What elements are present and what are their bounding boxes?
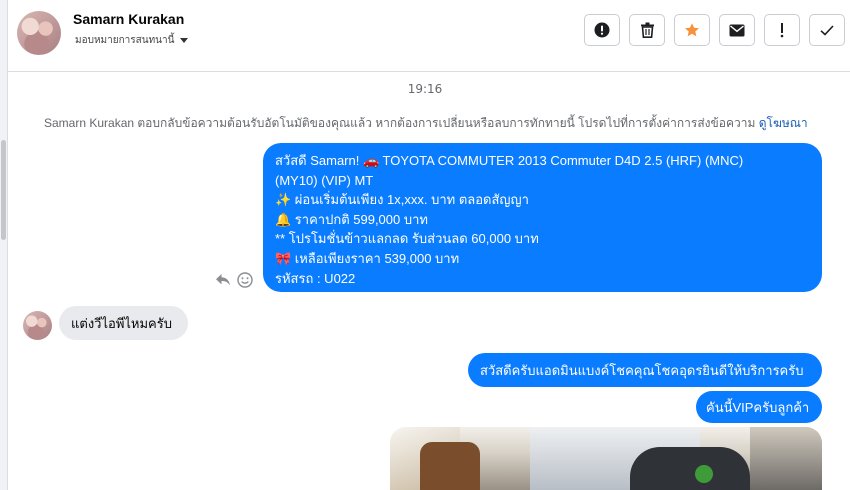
photo-region (750, 427, 822, 490)
message-line: ** โปรโมชั่นข้าวแลกลด รับส่วนลด 60,000 บ… (275, 231, 539, 247)
delete-button[interactable] (629, 14, 665, 46)
contact-name[interactable]: Samarn Kurakan (73, 11, 184, 27)
message-line: ✨ ผ่อนเริ่มต้นเพียง 1x,xxx. บาท ตลอดสัญญ… (275, 192, 529, 208)
message-line: (MY10) (VIP) MT (275, 172, 374, 188)
exclamation-circle-icon (594, 22, 610, 38)
sender-avatar[interactable] (23, 311, 52, 340)
star-button[interactable] (674, 14, 710, 46)
outgoing-reply-text: สวัสดีครับแอดมินแบงค์โชคคุณโชคอุดรยินดีใ… (480, 362, 804, 378)
outgoing-message-bubble[interactable]: สวัสดี Samarn! 🚗 TOYOTA COMMUTER 2013 Co… (263, 143, 822, 292)
trash-icon (640, 22, 654, 38)
reply-icon[interactable] (215, 273, 231, 287)
contact-avatar[interactable] (17, 11, 61, 55)
left-scroll-rail (0, 0, 8, 490)
important-button[interactable] (764, 14, 800, 46)
done-button[interactable] (809, 14, 845, 46)
caret-down-icon (180, 38, 189, 43)
star-icon (685, 23, 699, 37)
view-ad-link[interactable]: ดูโฆษณา (759, 116, 808, 130)
photo-region (420, 442, 480, 490)
mark-unread-button[interactable] (719, 14, 755, 46)
left-scrollbar-thumb[interactable] (1, 140, 6, 240)
message-line: 🔔 ราคาปกติ 599,000 บาท (275, 211, 428, 227)
assign-conversation-dropdown[interactable]: มอบหมายการสนทนานี้ (75, 33, 189, 48)
incoming-message-text: แต่งวีไอพีไหมครับ (71, 315, 172, 331)
outgoing-reply-bubble[interactable]: สวัสดีครับแอดมินแบงค์โชคคุณโชคอุดรยินดีใ… (468, 353, 822, 387)
conversation-header: Samarn Kurakan มอบหมายการสนทนานี้ (8, 0, 850, 72)
shared-photo[interactable] (390, 427, 822, 490)
photo-region (695, 465, 713, 483)
outgoing-reply-text: คันนี้VIPครับลูกค้า (706, 399, 810, 415)
report-button[interactable] (584, 14, 620, 46)
outgoing-reply-bubble[interactable]: คันนี้VIPครับลูกค้า (696, 391, 822, 423)
incoming-message-bubble[interactable]: แต่งวีไอพีไหมครับ (59, 306, 188, 340)
envelope-icon (729, 24, 745, 36)
message-line: รหัสรถ : U022 (275, 270, 356, 286)
system-notice: Samarn Kurakan ตอบกลับข้อความต้อนรับอัตโ… (44, 114, 808, 133)
header-actions (584, 14, 845, 46)
check-icon (820, 24, 834, 36)
message-reaction-tools (215, 272, 253, 288)
message-timestamp: 19:16 (407, 82, 443, 96)
message-line: สวัสดี Samarn! 🚗 TOYOTA COMMUTER 2013 Co… (275, 153, 744, 168)
photo-region (630, 447, 750, 490)
react-emoji-icon[interactable] (237, 272, 253, 288)
system-notice-text: Samarn Kurakan ตอบกลับข้อความต้อนรับอัตโ… (44, 116, 756, 130)
assign-label: มอบหมายการสนทนานี้ (75, 35, 175, 46)
exclamation-icon (780, 23, 784, 38)
message-line: 🎀 เหลือเพียงราคา 539,000 บาท (275, 250, 460, 266)
